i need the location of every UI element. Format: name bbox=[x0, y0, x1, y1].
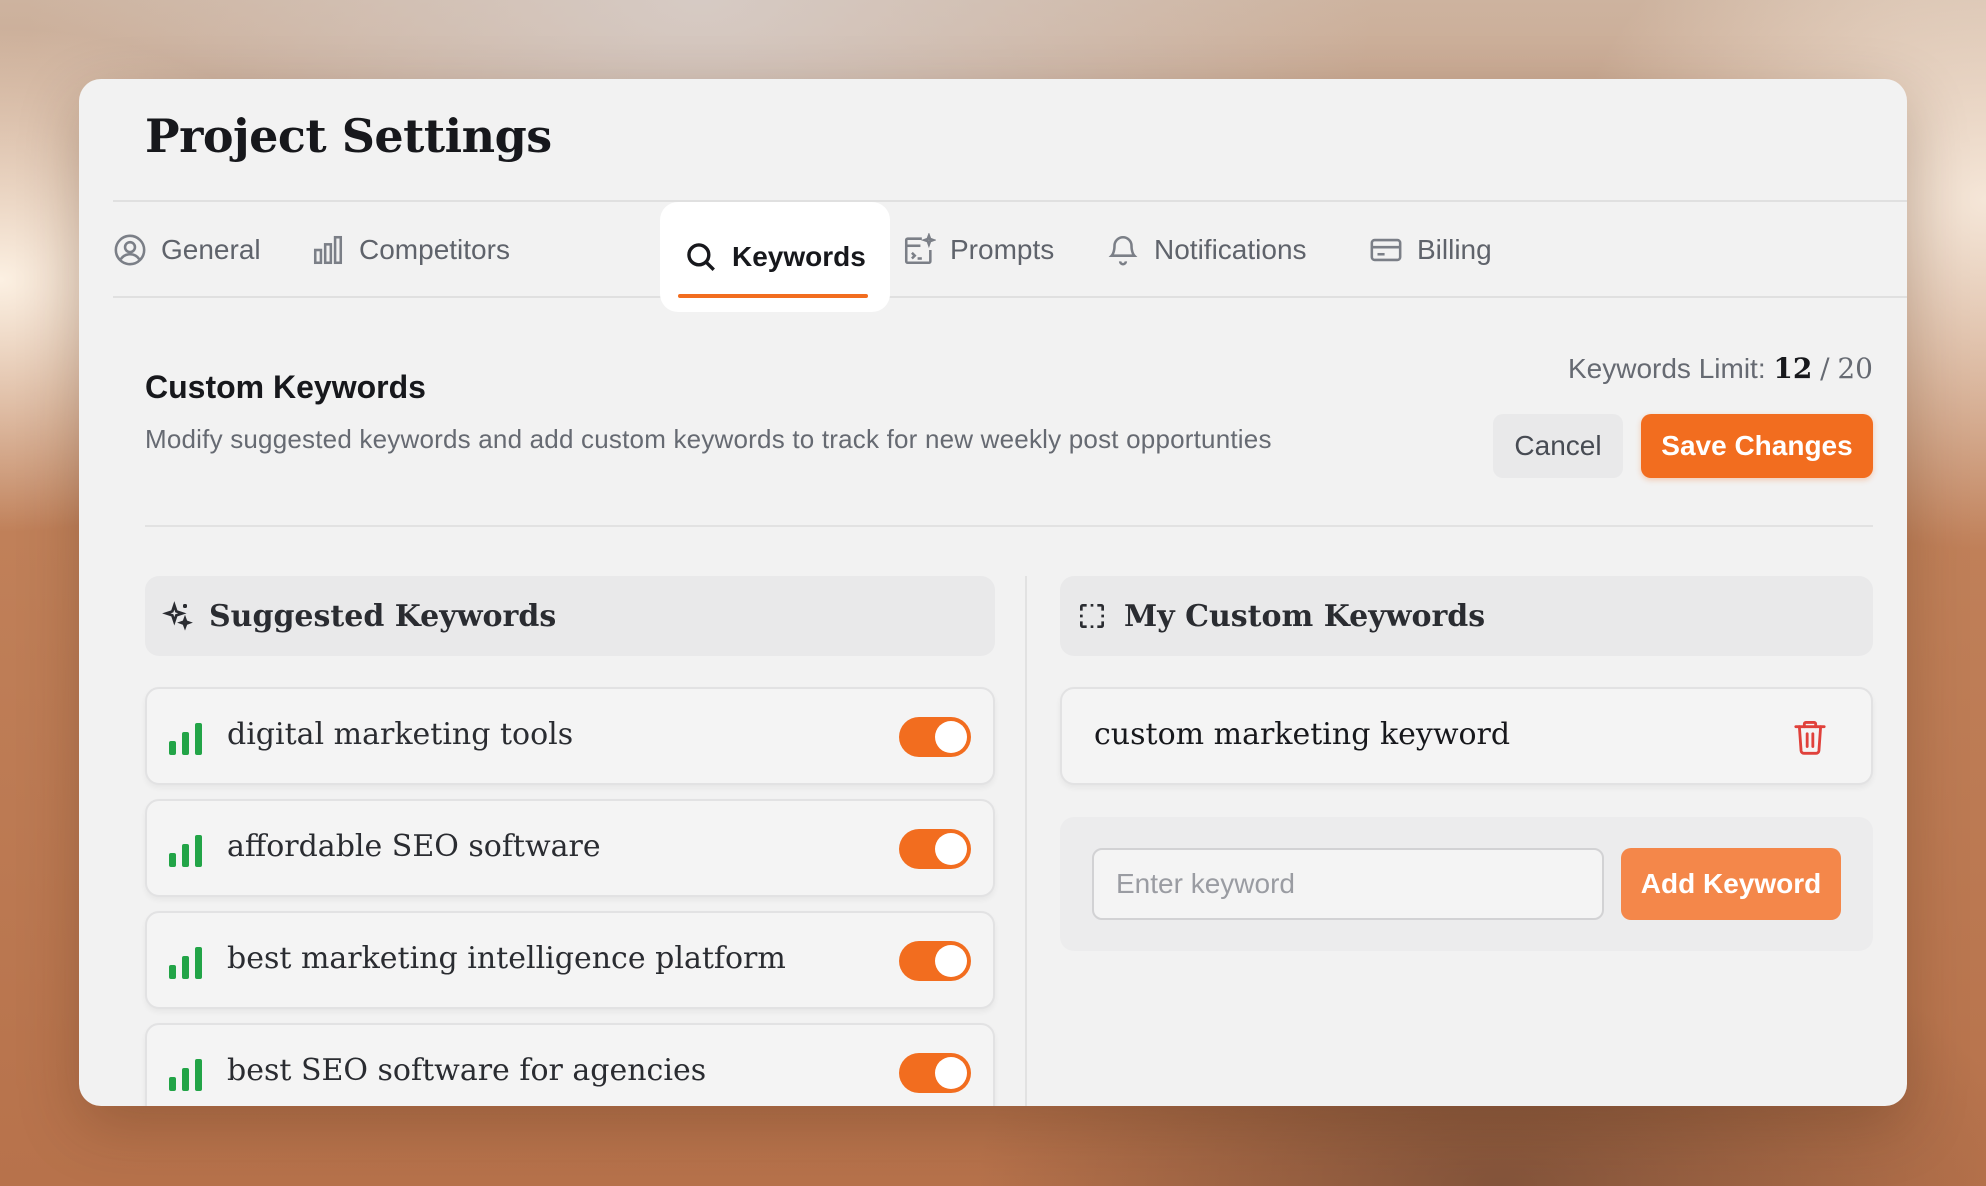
tab-general[interactable]: General bbox=[113, 202, 261, 298]
keywords-limit-total: 20 bbox=[1837, 352, 1873, 385]
search-icon bbox=[687, 243, 715, 271]
suggested-keyword-label: best SEO software for agencies bbox=[227, 1053, 707, 1088]
custom-keywords-title: My Custom Keywords bbox=[1124, 598, 1486, 634]
section-title: Custom Keywords bbox=[145, 369, 426, 405]
suggested-keyword-row: affordable SEO software bbox=[145, 799, 995, 897]
trash-icon[interactable] bbox=[1793, 719, 1827, 757]
keywords-limit: Keywords Limit: 12 / 20 bbox=[1568, 352, 1873, 385]
signal-bars-icon bbox=[169, 835, 202, 867]
toggle-knob bbox=[935, 1057, 967, 1089]
keyword-toggle[interactable] bbox=[899, 1053, 971, 1093]
suggested-keyword-label: digital marketing tools bbox=[227, 717, 574, 752]
tab-label: Competitors bbox=[359, 234, 510, 265]
tab-label: Keywords bbox=[732, 241, 866, 272]
section-description: Modify suggested keywords and add custom… bbox=[145, 424, 1272, 454]
credit-card-icon bbox=[1370, 238, 1402, 262]
toggle-knob bbox=[935, 833, 967, 865]
keyword-toggle[interactable] bbox=[899, 717, 971, 757]
suggested-keyword-row: digital marketing tools bbox=[145, 687, 995, 785]
suggested-keywords-header: Suggested Keywords bbox=[145, 576, 995, 656]
active-tab-indicator bbox=[678, 294, 868, 298]
tab-billing[interactable]: Billing bbox=[1369, 202, 1492, 298]
signal-bars-icon bbox=[169, 947, 202, 979]
suggested-keyword-label: affordable SEO software bbox=[227, 829, 601, 864]
tab-notifications[interactable]: Notifications bbox=[1106, 202, 1307, 298]
cancel-button[interactable]: Cancel bbox=[1493, 414, 1623, 478]
keywords-limit-separator: / bbox=[1820, 352, 1830, 385]
custom-keywords-header: My Custom Keywords bbox=[1060, 576, 1873, 656]
suggested-keyword-label: best marketing intelligence platform bbox=[227, 941, 786, 976]
tab-label: Prompts bbox=[950, 234, 1055, 265]
keywords-limit-used: 12 bbox=[1773, 352, 1813, 385]
custom-keyword-row: custom marketing keyword bbox=[1060, 687, 1873, 785]
suggested-keyword-row: best SEO software for agencies bbox=[145, 1023, 995, 1106]
keywords-limit-label: Keywords Limit: bbox=[1567, 353, 1766, 384]
keyword-toggle[interactable] bbox=[899, 941, 971, 981]
section-divider bbox=[145, 525, 1873, 527]
suggested-keyword-row: best marketing intelligence platform bbox=[145, 911, 995, 1009]
terminal-sparkle-icon bbox=[904, 233, 936, 265]
column-divider bbox=[1025, 576, 1027, 1106]
keyword-input[interactable] bbox=[1092, 848, 1604, 920]
add-keyword-box: Add Keyword bbox=[1060, 817, 1873, 951]
sparkles-icon bbox=[162, 601, 193, 631]
bar-chart-icon bbox=[313, 235, 343, 265]
suggested-keywords-title: Suggested Keywords bbox=[209, 598, 557, 634]
custom-keyword-label: custom marketing keyword bbox=[1094, 717, 1511, 752]
tab-label: Billing bbox=[1417, 234, 1492, 265]
toggle-knob bbox=[935, 945, 967, 977]
tab-competitors[interactable]: Competitors bbox=[311, 202, 510, 298]
bell-icon bbox=[1108, 236, 1138, 266]
tab-keywords[interactable]: Keywords bbox=[660, 202, 890, 312]
user-circle-icon bbox=[114, 234, 146, 266]
add-keyword-button[interactable]: Add Keyword bbox=[1621, 848, 1841, 920]
tab-label: General bbox=[161, 234, 261, 265]
save-changes-button[interactable]: Save Changes bbox=[1641, 414, 1873, 478]
tab-bar: General Competitors Keywords Prompts Not… bbox=[113, 200, 1907, 312]
keyword-toggle[interactable] bbox=[899, 829, 971, 869]
tab-label: Notifications bbox=[1154, 234, 1307, 265]
toggle-knob bbox=[935, 721, 967, 753]
settings-panel: Project Settings General Competitors Key… bbox=[79, 79, 1907, 1106]
dashed-square-icon bbox=[1080, 604, 1104, 628]
tab-prompts[interactable]: Prompts bbox=[902, 202, 1054, 298]
page-title: Project Settings bbox=[145, 109, 552, 163]
signal-bars-icon bbox=[169, 723, 202, 755]
signal-bars-icon bbox=[169, 1059, 202, 1091]
